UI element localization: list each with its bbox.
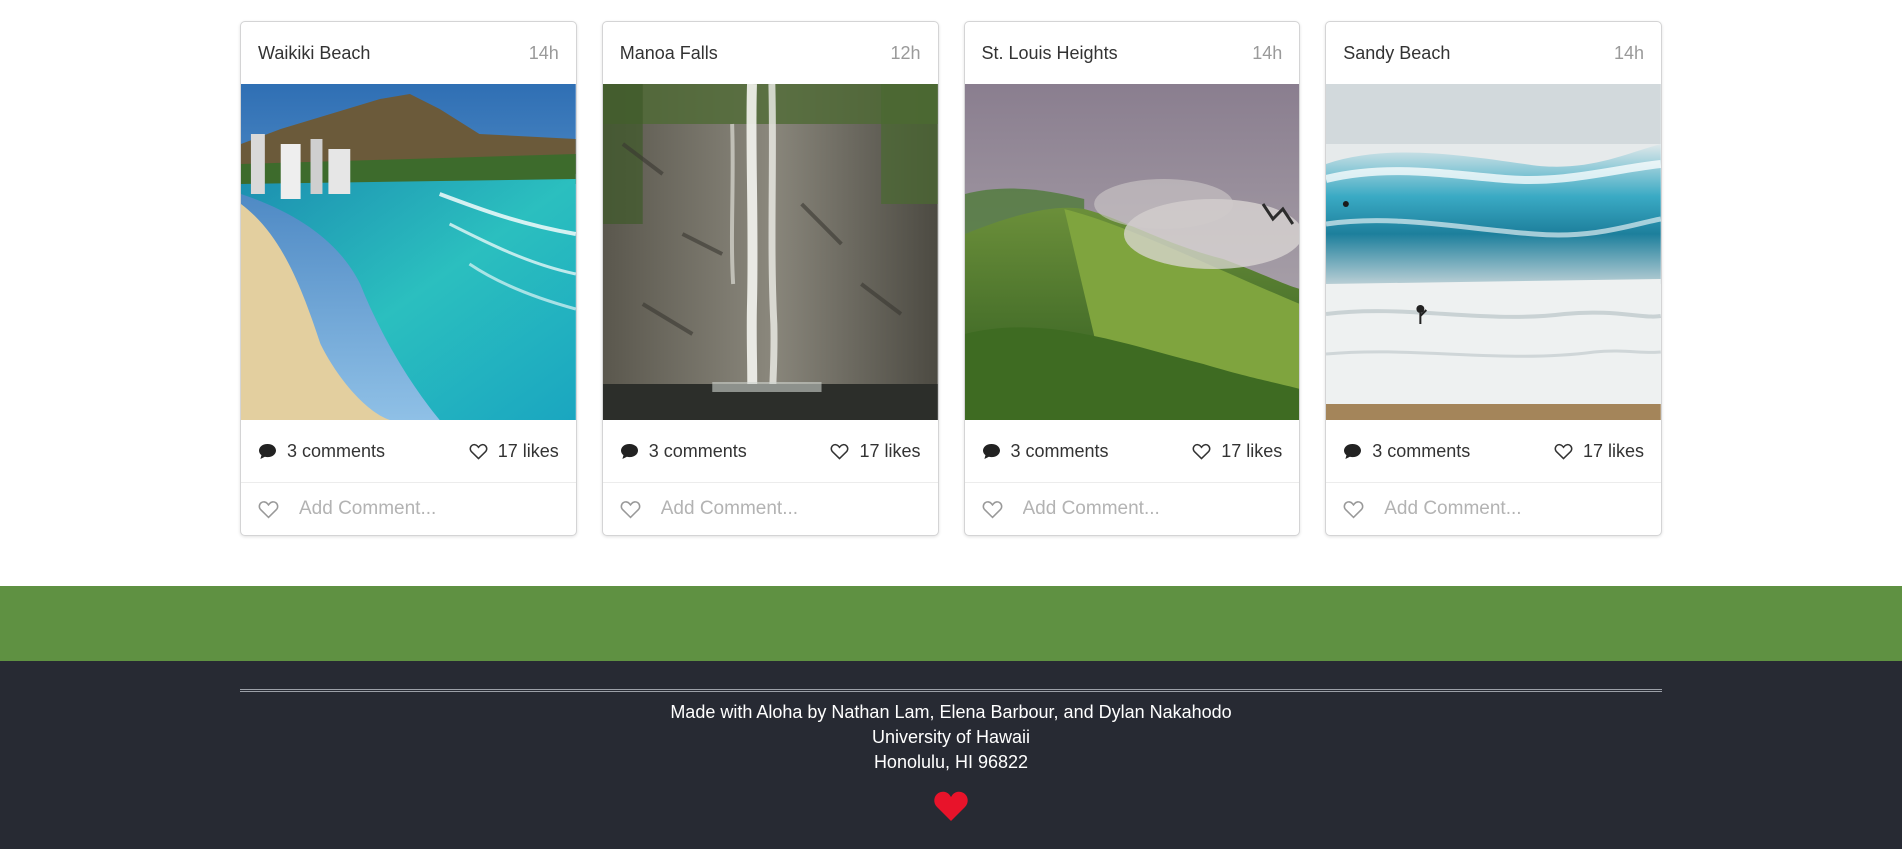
card-time: 14h — [1252, 42, 1283, 63]
card-sandy-beach: Sandy Beach 14h 3 comments 17 likes Add … — [1325, 21, 1662, 536]
heart-outline-icon[interactable] — [982, 500, 1003, 519]
heart-outline-icon[interactable] — [620, 500, 641, 519]
likes-link[interactable]: 17 likes — [1554, 441, 1644, 462]
comments-link[interactable]: 3 comments — [982, 441, 1109, 462]
card-header: Sandy Beach 14h — [1326, 22, 1661, 84]
heart-icon — [934, 791, 968, 821]
card-time: 14h — [528, 42, 559, 63]
card-title[interactable]: Sandy Beach — [1343, 43, 1450, 64]
card-meta: 3 comments 17 likes — [1326, 420, 1661, 483]
card-list: Waikiki Beach 14h 3 comments 17 likes Ad… — [240, 21, 1662, 536]
card-title[interactable]: Manoa Falls — [620, 43, 718, 64]
add-comment-input[interactable] — [1022, 498, 1263, 520]
card-title[interactable]: St. Louis Heights — [982, 43, 1118, 64]
likes-link[interactable]: 17 likes — [830, 440, 921, 462]
heart-outline-icon — [1192, 443, 1211, 460]
footer-credits: Made with Aloha by Nathan Lam, Elena Bar… — [670, 702, 1232, 722]
likes-count: 17 likes — [1221, 440, 1283, 461]
card-meta: 3 comments 17 likes — [964, 420, 1300, 483]
manoa-falls-photo[interactable] — [602, 84, 938, 420]
heart-outline-icon — [830, 443, 849, 460]
card-title[interactable]: Waikiki Beach — [258, 43, 370, 64]
card-st-louis-heights: St. Louis Heights 14h 3 comments 17 like… — [963, 21, 1301, 536]
comments-count: 3 comments — [648, 440, 747, 461]
heart-outline-icon — [469, 443, 488, 460]
card-meta: 3 comments 17 likes — [241, 420, 576, 483]
card-header: Waikiki Beach 14h — [241, 22, 576, 84]
comment-icon — [620, 443, 638, 459]
comments-link[interactable]: 3 comments — [258, 441, 385, 462]
heart-outline-icon[interactable] — [258, 500, 279, 519]
cards-section: Waikiki Beach 14h 3 comments 17 likes Ad… — [0, 0, 1902, 586]
heart-outline-icon[interactable] — [1343, 500, 1364, 519]
comment-icon — [1344, 443, 1362, 459]
footer-address: Honolulu, HI 96822 — [873, 752, 1029, 772]
likes-count: 17 likes — [497, 440, 559, 461]
likes-count: 17 likes — [1582, 440, 1644, 461]
card-header: St. Louis Heights 14h — [965, 22, 1300, 84]
add-comment-row — [603, 483, 938, 535]
comment-icon — [259, 443, 276, 459]
add-comment-row — [241, 483, 576, 535]
comment-icon — [982, 443, 1000, 459]
card-time: 12h — [890, 42, 921, 63]
card-time: 14h — [1613, 42, 1644, 63]
st-louis-heights-photo[interactable] — [964, 84, 1300, 420]
footer-text: Made with Aloha by Nathan Lam, Elena Bar… — [0, 700, 1902, 775]
add-comment-input[interactable] — [1384, 498, 1625, 520]
add-comment-row — [1326, 483, 1661, 535]
waikiki-beach-photo[interactable] — [241, 84, 576, 420]
likes-count: 17 likes — [859, 440, 921, 461]
comments-count: 3 comments — [1372, 440, 1471, 461]
footer: Made with Aloha by Nathan Lam, Elena Bar… — [0, 661, 1902, 849]
heart-outline-icon — [1554, 443, 1573, 460]
card-header: Manoa Falls 12h — [603, 22, 938, 84]
card-meta: 3 comments 17 likes — [602, 420, 938, 483]
add-comment-input[interactable] — [660, 498, 901, 520]
card-manoa-falls: Manoa Falls 12h 3 comments 17 likes Add … — [601, 21, 939, 536]
comments-count: 3 comments — [287, 440, 386, 461]
footer-university: University of Hawaii — [871, 727, 1031, 747]
comments-link[interactable]: 3 comments — [1343, 441, 1470, 462]
green-band — [0, 586, 1902, 661]
comments-link[interactable]: 3 comments — [620, 441, 747, 462]
footer-divider — [240, 689, 1662, 692]
add-comment-input[interactable] — [299, 498, 539, 520]
add-comment-row — [965, 483, 1300, 535]
likes-link[interactable]: 17 likes — [469, 441, 559, 462]
comments-count: 3 comments — [1010, 440, 1109, 461]
sandy-beach-photo[interactable] — [1326, 84, 1661, 420]
card-waikiki-beach: Waikiki Beach 14h 3 comments 17 likes Ad… — [240, 21, 577, 536]
likes-link[interactable]: 17 likes — [1192, 441, 1282, 462]
